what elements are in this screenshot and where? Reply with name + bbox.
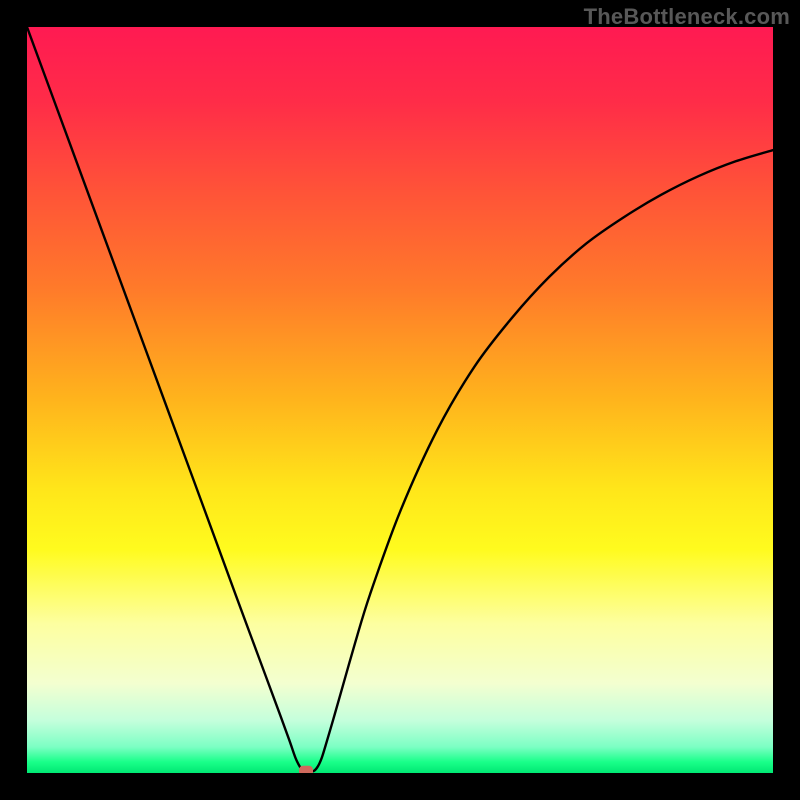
gradient-background — [27, 27, 773, 773]
curve-minimum-marker — [299, 766, 313, 773]
plot-area — [27, 27, 773, 773]
watermark-text: TheBottleneck.com — [584, 4, 790, 30]
chart-svg — [27, 27, 773, 773]
chart-frame: TheBottleneck.com — [0, 0, 800, 800]
